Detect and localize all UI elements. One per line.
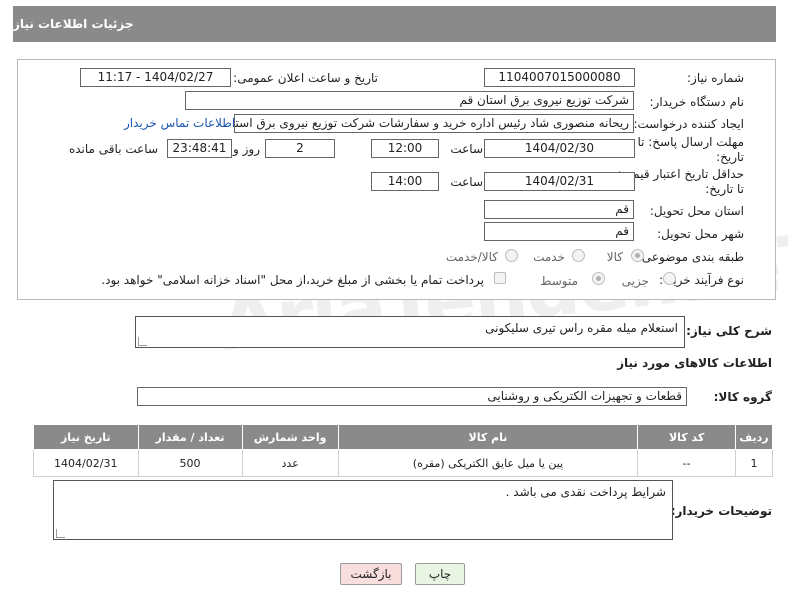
delivery-province-label: استان محل تحویل: [649, 204, 744, 218]
delivery-province-field: قم [484, 200, 634, 219]
col-header-need-date: تاریخ نیاز [33, 424, 139, 450]
resize-handle-icon[interactable] [138, 337, 147, 346]
remaining-days: 2 [265, 139, 335, 158]
delivery-city-label: شهر محل تحویل: [657, 227, 744, 241]
buyer-org-label: نام دستگاه خریدار: [649, 95, 745, 109]
need-number-label: شماره نیاز: [687, 71, 744, 85]
back-button[interactable]: بازگشت [340, 563, 402, 585]
col-header-unit: واحد شمارش [241, 424, 339, 450]
col-header-quantity: تعداد / مقدار [137, 424, 243, 450]
reply-deadline-label: مهلت ارسال پاسخ: تا [637, 135, 744, 149]
page-title: جزئیات اطلاعات نیاز [13, 17, 134, 31]
summary-field: استعلام میله مقره راس تیری سلیکونی [135, 316, 685, 348]
cell-quantity: 500 [137, 449, 243, 477]
buyer-notes-text: شرایط پرداخت نقدی می باشد . [505, 485, 666, 499]
category-radio-goods[interactable] [631, 249, 644, 262]
announce-datetime-label: تاریخ و ساعت اعلان عمومی: [233, 71, 378, 85]
days-label: روز و [233, 142, 260, 156]
treasury-payment-checkbox[interactable] [494, 272, 506, 284]
reply-deadline-time: 12:00 [371, 139, 439, 158]
summary-text: استعلام میله مقره راس تیری سلیکونی [485, 321, 678, 335]
need-number-field: 1104007015000080 [484, 68, 635, 87]
purchase-radio-minor[interactable] [663, 272, 676, 285]
goods-table: ردیف کد کالا نام کالا واحد شمارش تعداد /… [33, 424, 773, 477]
requester-field: ریحانه منصوری شاد رئیس اداره خرید و سفار… [234, 114, 634, 133]
summary-label: شرح کلی نیاز: [686, 324, 772, 338]
buyer-notes-label: توضیحات خریدار: [670, 504, 772, 518]
purchase-option-minor: جزیی [621, 274, 649, 288]
cell-item-code: -- [637, 449, 737, 477]
cell-row-number: 1 [735, 449, 773, 477]
purchase-option-medium: متوسط [540, 274, 578, 288]
buyer-notes-field: شرایط پرداخت نقدی می باشد . [53, 480, 673, 540]
price-time-label: ساعت [450, 175, 483, 189]
goods-group-label: گروه کالا: [713, 390, 772, 404]
price-validity-label: حداقل تاریخ اعتبار قیمت: [617, 167, 744, 181]
remaining-time-label: ساعت باقی مانده [68, 142, 158, 156]
goods-group-field: قطعات و تجهیزات الکتریکی و روشنایی [137, 387, 687, 406]
buyer-contact-link[interactable]: اطلاعات تماس خریدار [124, 116, 235, 130]
category-option-goods: کالا [606, 250, 623, 264]
col-header-item-name: نام کالا [337, 424, 639, 450]
page-header: جزئیات اطلاعات نیاز [13, 6, 776, 42]
reply-deadline-label-2: تاریخ: [716, 150, 744, 164]
delivery-city-field: قم [484, 222, 634, 241]
category-option-goods-service: کالا/خدمت [445, 250, 498, 264]
reply-deadline-date: 1404/02/30 [484, 139, 635, 158]
price-validity-label-2: تا تاریخ: [705, 182, 744, 196]
table-header-row: ردیف کد کالا نام کالا واحد شمارش تعداد /… [33, 424, 773, 450]
price-validity-date: 1404/02/31 [484, 172, 635, 191]
goods-section-title: اطلاعات کالاهای مورد نیاز [617, 356, 772, 370]
cell-unit: عدد [241, 449, 339, 477]
print-button[interactable]: چاپ [415, 563, 465, 585]
category-label: طبقه بندی موضوعی: [637, 250, 744, 264]
remaining-time: 23:48:41 [167, 139, 232, 158]
col-header-item-code: کد کالا [637, 424, 737, 450]
col-header-row-number: ردیف [735, 424, 773, 450]
requester-label: ایجاد کننده درخواست: [633, 117, 744, 131]
treasury-payment-note: پرداخت تمام یا بخشی از مبلغ خرید،از محل … [101, 273, 484, 287]
resize-handle-icon[interactable] [56, 529, 65, 538]
category-radio-service[interactable] [572, 249, 585, 262]
buyer-org-field: شرکت توزیع نیروی برق استان قم [185, 91, 634, 110]
cell-item-name: پین یا میل عایق الکتریکی (مقره) [337, 449, 639, 477]
reply-time-label: ساعت [450, 142, 483, 156]
announce-datetime-field: 1404/02/27 - 11:17 [80, 68, 231, 87]
table-row: 1 -- پین یا میل عایق الکتریکی (مقره) عدد… [33, 449, 773, 477]
cell-need-date: 1404/02/31 [33, 449, 139, 477]
price-validity-time: 14:00 [371, 172, 439, 191]
category-radio-goods-service[interactable] [505, 249, 518, 262]
category-option-service: خدمت [533, 250, 565, 264]
purchase-radio-medium[interactable] [592, 272, 605, 285]
